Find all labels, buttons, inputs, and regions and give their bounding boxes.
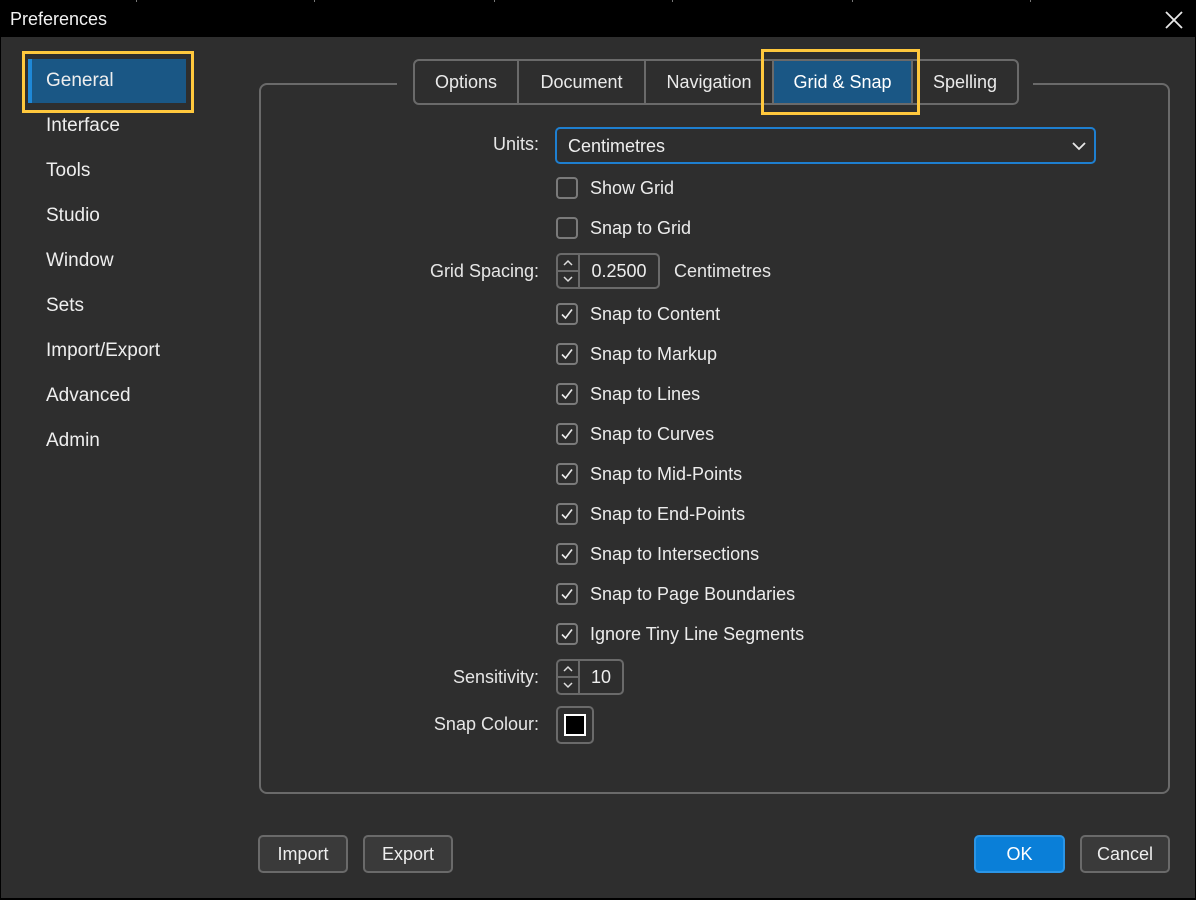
sidebar-item-window[interactable]: Window <box>46 250 114 272</box>
tab-bar: Options Document Navigation Grid & Snap … <box>413 59 1019 105</box>
snap-colour-picker[interactable] <box>556 706 594 744</box>
checkbox-box <box>556 623 578 645</box>
checkbox-label: Snap to Page Boundaries <box>590 583 796 604</box>
checkbox-label: Snap to End-Points <box>590 503 746 524</box>
checkbox-snap-to-curves[interactable]: Snap to Curves <box>556 422 714 446</box>
snap-to-grid-label: Snap to Grid <box>590 217 692 238</box>
tab-navigation[interactable]: Navigation <box>646 61 774 103</box>
sidebar: General Interface Tools Studio Window Se… <box>1 37 231 898</box>
sidebar-item-import-export[interactable]: Import/Export <box>46 340 160 362</box>
grid-spacing-input[interactable]: 0.2500 <box>580 255 658 287</box>
checkmark-icon <box>561 309 573 320</box>
checkmark-icon <box>561 549 573 560</box>
checkbox-snap-to-lines[interactable]: Snap to Lines <box>556 382 700 406</box>
units-label: Units: <box>492 134 539 154</box>
sidebar-item-advanced[interactable]: Advanced <box>46 385 131 407</box>
preferences-dialog: General Interface Tools Studio Window Se… <box>1 37 1195 898</box>
grid-spacing-units: Centimetres <box>674 261 772 281</box>
decrement-button[interactable] <box>558 272 578 287</box>
checkbox-snap-to-page-boundaries[interactable]: Snap to Page Boundaries <box>556 582 795 606</box>
units-select[interactable]: Centimetres <box>555 127 1096 164</box>
spin-arrows <box>558 255 580 287</box>
checkbox-label: Snap to Curves <box>590 423 715 444</box>
checkbox-box <box>556 423 578 445</box>
checkbox-label: Snap to Markup <box>590 343 718 364</box>
chevron-up-icon <box>563 259 573 266</box>
checkbox-label: Snap to Intersections <box>590 543 760 564</box>
sensitivity-stepper: 10 <box>556 659 624 695</box>
checkmark-icon <box>561 349 573 360</box>
checkmark-icon <box>561 389 573 400</box>
increment-button[interactable] <box>558 255 578 272</box>
checkbox-box <box>556 217 578 239</box>
chevron-down-icon <box>563 682 573 689</box>
increment-button[interactable] <box>558 661 578 678</box>
spin-arrows <box>558 661 580 693</box>
sidebar-item-tools[interactable]: Tools <box>46 160 90 182</box>
checkmark-icon <box>561 589 573 600</box>
sensitivity-label: Sensitivity: <box>452 667 539 687</box>
checkbox-box <box>556 177 578 199</box>
units-value: Centimetres <box>568 136 666 156</box>
snap-to-grid-checkbox[interactable]: Snap to Grid <box>556 216 691 240</box>
checkbox-label: Snap to Content <box>590 303 721 324</box>
checkbox-snap-to-intersections[interactable]: Snap to Intersections <box>556 542 759 566</box>
sensitivity-input[interactable]: 10 <box>580 661 622 693</box>
close-x-icon <box>1165 11 1183 29</box>
tab-document[interactable]: Document <box>519 61 646 103</box>
checkbox-snap-to-content[interactable]: Snap to Content <box>556 302 720 326</box>
tab-grid-snap[interactable]: Grid & Snap <box>774 61 913 103</box>
checkbox-box <box>556 543 578 565</box>
sidebar-item-studio[interactable]: Studio <box>46 205 100 227</box>
checkbox-snap-to-mid-points[interactable]: Snap to Mid-Points <box>556 462 742 486</box>
sidebar-item-interface[interactable]: Interface <box>46 115 120 137</box>
show-grid-label: Show Grid <box>590 177 675 198</box>
checkbox-box <box>556 463 578 485</box>
color-swatch <box>564 714 586 736</box>
checkmark-icon <box>561 509 573 520</box>
checkmark-icon <box>561 429 573 440</box>
cancel-button[interactable]: Cancel <box>1080 835 1170 873</box>
checkbox-ignore-tiny-line-segments[interactable]: Ignore Tiny Line Segments <box>556 622 804 646</box>
checkbox-label: Ignore Tiny Line Segments <box>590 623 805 644</box>
checkbox-box <box>556 303 578 325</box>
checkmark-icon <box>561 469 573 480</box>
checkbox-snap-to-markup[interactable]: Snap to Markup <box>556 342 717 366</box>
chevron-down-icon <box>1072 142 1086 151</box>
tab-spelling[interactable]: Spelling <box>913 61 1017 103</box>
checkbox-label: Snap to Mid-Points <box>590 463 743 484</box>
import-button[interactable]: Import <box>258 835 348 873</box>
checkbox-snap-to-end-points[interactable]: Snap to End-Points <box>556 502 745 526</box>
sidebar-item-sets[interactable]: Sets <box>46 295 84 317</box>
checkbox-box <box>556 503 578 525</box>
export-button[interactable]: Export <box>363 835 453 873</box>
title-bar: Preferences <box>0 2 1196 36</box>
checkbox-box <box>556 343 578 365</box>
checkbox-box <box>556 583 578 605</box>
sidebar-item-general[interactable]: General <box>28 59 186 103</box>
checkmark-icon <box>561 629 573 640</box>
decrement-button[interactable] <box>558 678 578 693</box>
checkbox-box <box>556 383 578 405</box>
chevron-up-icon <box>563 665 573 672</box>
snap-colour-label: Snap Colour: <box>433 714 539 734</box>
sidebar-item-admin[interactable]: Admin <box>46 430 100 452</box>
tab-options[interactable]: Options <box>415 61 519 103</box>
close-button[interactable] <box>1164 10 1184 30</box>
chevron-down-icon <box>563 276 573 283</box>
grid-spacing-label: Grid Spacing: <box>429 261 539 281</box>
grid-spacing-stepper: 0.2500 <box>556 253 660 289</box>
window-title: Preferences <box>10 9 108 29</box>
checkbox-label: Snap to Lines <box>590 383 701 404</box>
show-grid-checkbox[interactable]: Show Grid <box>556 176 674 200</box>
grid-snap-group <box>259 83 1170 794</box>
ok-button[interactable]: OK <box>974 835 1065 873</box>
